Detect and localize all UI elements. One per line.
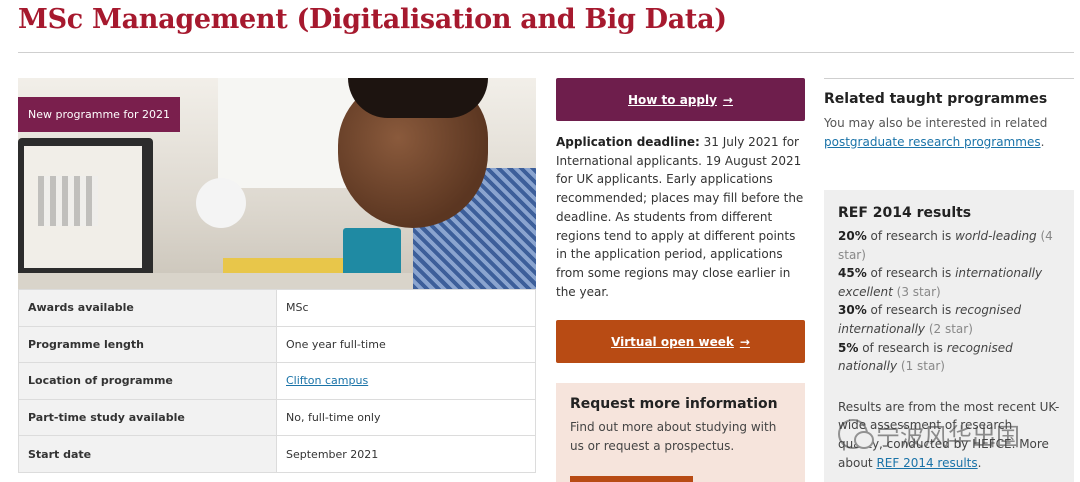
table-row: Location of programme Clifton campus	[18, 362, 536, 400]
how-to-apply-label: How to apply	[628, 92, 717, 107]
arrow-right-icon: →	[722, 92, 733, 107]
clifton-campus-link[interactable]: Clifton campus	[286, 374, 368, 387]
fact-label: Awards available	[18, 289, 277, 327]
page-title: MSc Management (Digitalisation and Big D…	[18, 4, 727, 35]
fact-value: September 2021	[276, 435, 536, 473]
table-row: Programme length One year full-time	[18, 325, 536, 364]
fact-value: Clifton campus	[276, 362, 536, 400]
watermark-text: 宁波风华出国	[876, 422, 1020, 451]
table-row: Start date September 2021	[18, 435, 536, 473]
chat-bubble-icon	[838, 419, 874, 449]
request-info-title: Request more information	[570, 396, 778, 412]
laptop-illustration	[18, 138, 153, 278]
request-info-panel: Request more information Find out more a…	[556, 383, 805, 482]
related-text: You may also be interested in related po…	[824, 116, 1048, 149]
deadline-label: Application deadline:	[556, 135, 700, 149]
application-deadline-text: Application deadline: 31 July 2021 for I…	[556, 133, 806, 301]
deadline-body: 31 July 2021 for International applicant…	[556, 135, 804, 299]
fact-label: Location of programme	[18, 362, 277, 400]
related-divider	[824, 78, 1074, 79]
fact-value: One year full-time	[276, 325, 536, 364]
request-info-button[interactable]	[570, 476, 693, 482]
ref-title: REF 2014 results	[838, 205, 972, 221]
ref-result-row: 20% of research is world-leading (4 star…	[838, 229, 1053, 262]
table-row: Awards available MSc	[18, 289, 536, 327]
title-divider	[18, 52, 1074, 53]
new-programme-badge: New programme for 2021	[18, 97, 181, 132]
virtual-open-week-button[interactable]: Virtual open week →	[556, 320, 805, 363]
hero-image: New programme for 2021	[18, 78, 536, 289]
related-programmes: Related taught programmes You may also b…	[824, 91, 1074, 151]
postgraduate-research-link[interactable]: postgraduate research programmes	[824, 135, 1041, 149]
virtual-open-week-label: Virtual open week	[611, 334, 734, 349]
arrow-right-icon: →	[739, 334, 750, 349]
fact-value: MSc	[276, 289, 536, 327]
fact-label: Part-time study available	[18, 398, 277, 437]
watermark: 宁波风华出国	[838, 416, 1020, 452]
fact-label: Programme length	[18, 325, 277, 364]
request-info-text: Find out more about studying with us or …	[570, 420, 777, 453]
related-title: Related taught programmes	[824, 91, 1048, 107]
ref-result-row: 30% of research is recognised internatio…	[838, 303, 1022, 336]
fact-value: No, full-time only	[276, 398, 536, 437]
ref-2014-results-link[interactable]: REF 2014 results	[876, 456, 977, 470]
ref-result-row: 45% of research is internationally excel…	[838, 266, 1043, 299]
programme-facts-table: Awards available MSc Programme length On…	[18, 289, 536, 473]
table-row: Part-time study available No, full-time …	[18, 398, 536, 437]
how-to-apply-button[interactable]: How to apply →	[556, 78, 805, 121]
ref-result-row: 5% of research is recognised nationally …	[838, 340, 1013, 374]
fact-label: Start date	[18, 435, 277, 473]
